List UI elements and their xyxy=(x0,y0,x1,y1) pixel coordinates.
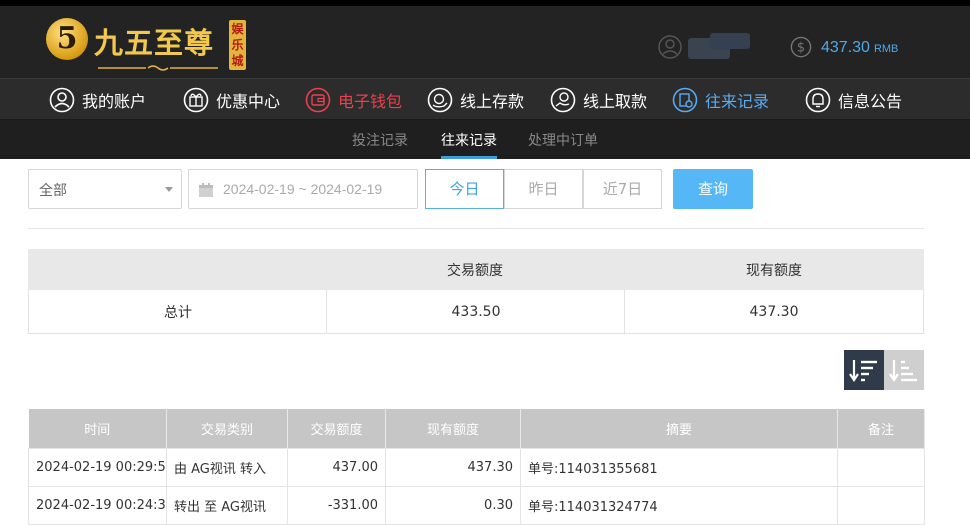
nav-label: 我的账户 xyxy=(82,92,147,111)
nav-e-wallet[interactable]: 电子钱包 xyxy=(305,85,402,115)
cell-time: 2024-02-19 00:24:35 xyxy=(28,485,167,525)
logo-emblem: 5 xyxy=(46,18,88,60)
cell-summary: 单号:114031324774 xyxy=(520,485,838,525)
type-select[interactable]: 全部 xyxy=(28,169,182,209)
gift-icon xyxy=(183,87,209,113)
balance-display: 437.30 RMB xyxy=(821,39,898,57)
summary-total-label: 总计 xyxy=(164,304,192,321)
col-type: 交易类别 xyxy=(166,409,288,448)
cell-balance: 437.30 xyxy=(385,447,521,487)
summary-header-blank xyxy=(28,249,326,290)
user-icon[interactable] xyxy=(658,35,682,59)
cell-time: 2024-02-19 00:29:57 xyxy=(28,447,167,487)
summary-header-current: 现有额度 xyxy=(746,262,802,279)
range-today-button[interactable]: 今日 xyxy=(425,169,504,209)
logo-ornament xyxy=(98,65,218,71)
nav-online-deposit[interactable]: 线上存款 xyxy=(427,85,524,115)
sort-descending-icon xyxy=(849,360,877,382)
table-row: 2024-02-19 00:29:57 由 AG视讯 转入 437.00 437… xyxy=(28,447,925,487)
deposit-icon xyxy=(427,87,453,113)
cell-type: 转出 至 AG视讯 xyxy=(166,485,288,525)
records-table: 时间 交易类别 交易额度 现有额度 摘要 备注 2024-02-19 00:29… xyxy=(28,409,925,525)
summary-trade-amount: 433.50 xyxy=(451,303,501,320)
nav-label: 线上存款 xyxy=(460,92,525,111)
summary-header: 交易额度 现有额度 xyxy=(28,249,924,290)
date-range-value: 2024-02-19 ~ 2024-02-19 xyxy=(223,181,383,197)
nav-label: 信息公告 xyxy=(838,92,903,111)
site-header: 5 九五至尊 娱乐城 $ 437.30 RMB xyxy=(0,6,970,78)
table-row: 2024-02-19 00:24:35 转出 至 AG视讯 -331.00 0.… xyxy=(28,485,925,525)
sub-nav: 投注记录 往来记录 处理中订单 xyxy=(0,120,970,159)
nav-label: 优惠中心 xyxy=(216,92,281,111)
brand-logo[interactable]: 5 九五至尊 娱乐城 xyxy=(46,14,251,74)
bell-icon xyxy=(805,87,831,113)
nav-label: 往来记录 xyxy=(705,92,770,111)
nav-announcements[interactable]: 信息公告 xyxy=(805,85,902,115)
withdraw-icon xyxy=(550,87,576,113)
chevron-down-icon xyxy=(165,187,173,192)
range-yesterday-button[interactable]: 昨日 xyxy=(504,169,583,209)
cell-balance: 0.30 xyxy=(385,485,521,525)
summary-row: 总计 433.50 437.30 xyxy=(28,290,924,334)
brand-badge: 娱乐城 xyxy=(229,20,246,70)
user-circle-icon xyxy=(49,87,75,113)
col-remark: 备注 xyxy=(837,409,925,448)
username-redacted xyxy=(688,33,750,59)
nav-promotions[interactable]: 优惠中心 xyxy=(183,85,280,115)
nav-label: 线上取款 xyxy=(583,92,648,111)
cell-remark xyxy=(837,485,925,525)
cell-summary: 单号:114031355681 xyxy=(520,447,838,487)
nav-online-withdraw[interactable]: 线上取款 xyxy=(550,85,647,115)
subtab-pending-orders[interactable]: 处理中订单 xyxy=(528,130,598,150)
cell-amount: -331.00 xyxy=(287,485,386,525)
wallet-icon xyxy=(305,87,331,113)
col-summary: 摘要 xyxy=(520,409,838,448)
range-7days-button[interactable]: 近7日 xyxy=(583,169,662,209)
balance-amount: 437.30 xyxy=(821,39,870,56)
col-amount: 交易额度 xyxy=(287,409,386,448)
records-header-row: 时间 交易类别 交易额度 现有额度 摘要 备注 xyxy=(28,409,925,448)
filter-divider xyxy=(28,228,924,229)
calendar-icon xyxy=(199,183,213,197)
sort-ascending-button[interactable] xyxy=(884,350,924,390)
brand-name: 九五至尊 xyxy=(94,26,215,60)
query-button[interactable]: 查询 xyxy=(673,169,753,209)
nav-transaction-records[interactable]: 往来记录 xyxy=(672,85,769,115)
cell-remark xyxy=(837,447,925,487)
money-icon: $ xyxy=(790,36,812,58)
col-balance: 现有额度 xyxy=(385,409,521,448)
summary-header-trade: 交易额度 xyxy=(447,262,503,279)
cell-amount: 437.00 xyxy=(287,447,386,487)
nav-label: 电子钱包 xyxy=(338,92,403,111)
main-nav: 我的账户 优惠中心 电子钱包 线上存款 线上取款 往来记录 信息公告 xyxy=(0,78,970,120)
subtab-bet-records[interactable]: 投注记录 xyxy=(352,130,408,150)
nav-my-account[interactable]: 我的账户 xyxy=(49,85,146,115)
subtab-transaction-records[interactable]: 往来记录 xyxy=(441,130,497,150)
sort-descending-button[interactable] xyxy=(844,350,884,390)
summary-current-amount: 437.30 xyxy=(749,303,799,320)
type-select-value: 全部 xyxy=(39,183,67,199)
svg-text:$: $ xyxy=(797,41,805,56)
col-time: 时间 xyxy=(28,409,167,448)
cell-type: 由 AG视讯 转入 xyxy=(166,447,288,487)
active-tab-indicator xyxy=(441,156,497,159)
records-icon xyxy=(672,87,698,113)
date-range-input[interactable]: 2024-02-19 ~ 2024-02-19 xyxy=(188,169,418,209)
balance-currency: RMB xyxy=(873,43,899,55)
sort-ascending-icon xyxy=(889,360,917,382)
